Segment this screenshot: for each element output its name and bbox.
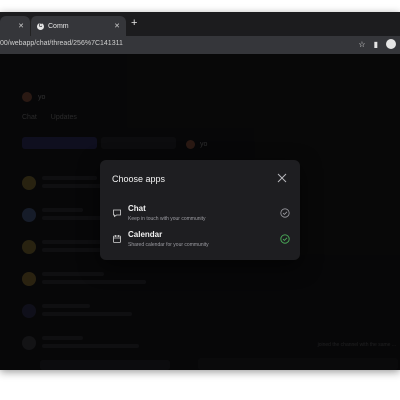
app-description: Keep in touch with your community bbox=[128, 216, 206, 222]
close-tab-icon[interactable]: ✕ bbox=[18, 22, 24, 30]
app-name: Calendar bbox=[128, 230, 163, 239]
new-tab-button[interactable]: + bbox=[131, 17, 137, 29]
tab-label: Comm bbox=[48, 22, 69, 30]
sidebar-toggle-icon[interactable]: ▮ bbox=[374, 40, 378, 49]
profile-avatar[interactable] bbox=[386, 39, 396, 49]
close-icon[interactable] bbox=[276, 172, 288, 184]
checked-circle-icon[interactable] bbox=[280, 234, 290, 244]
favicon-icon: C bbox=[37, 22, 44, 30]
app-option-chat[interactable]: Chat Keep in touch with your community bbox=[112, 204, 290, 226]
tab-bar: ✕ C Comm ✕ + bbox=[0, 12, 400, 36]
address-bar: 00/webapp/chat/thread/256%7C141311 ☆ ▮ bbox=[0, 36, 400, 54]
browser-tab-1[interactable]: ✕ bbox=[0, 16, 30, 36]
app-name: Chat bbox=[128, 204, 146, 213]
chat-bubble-icon bbox=[113, 209, 121, 218]
bookmark-star-icon[interactable]: ☆ bbox=[358, 40, 365, 49]
dialog-title: Choose apps bbox=[112, 174, 166, 184]
browser-tab-2[interactable]: C Comm ✕ bbox=[30, 16, 126, 36]
close-tab-icon[interactable]: ✕ bbox=[114, 22, 120, 30]
url-field[interactable]: 00/webapp/chat/thread/256%7C141311 bbox=[0, 40, 123, 47]
unchecked-circle-icon[interactable] bbox=[280, 208, 290, 218]
choose-apps-dialog: Choose apps Chat Keep in touch with your… bbox=[100, 160, 300, 260]
calendar-icon bbox=[113, 235, 121, 243]
app-description: Shared calendar for your community bbox=[128, 242, 209, 248]
app-option-calendar[interactable]: Calendar Shared calendar for your commun… bbox=[112, 230, 290, 252]
